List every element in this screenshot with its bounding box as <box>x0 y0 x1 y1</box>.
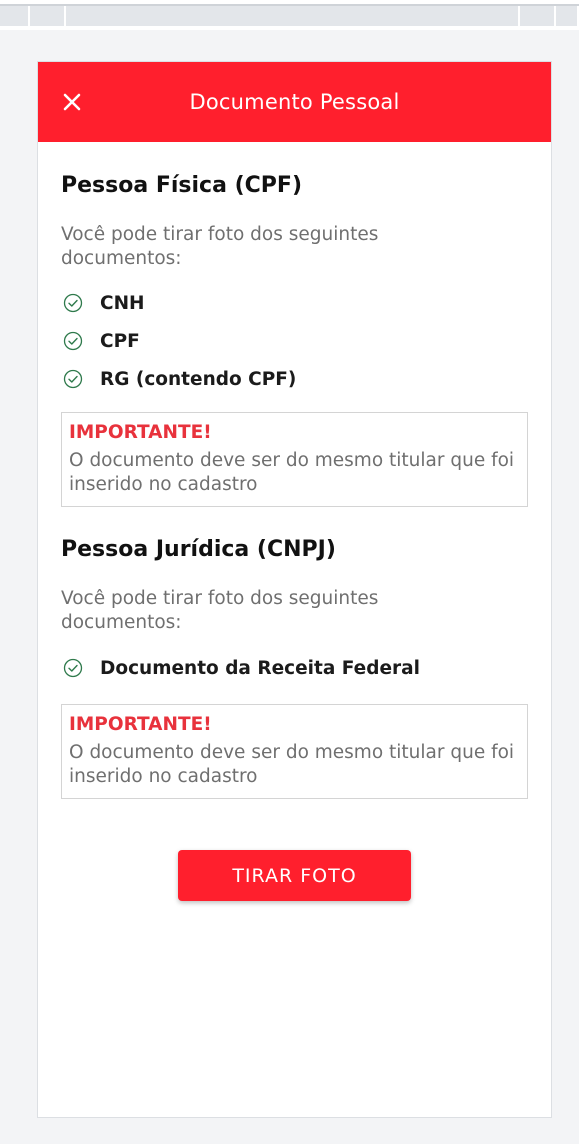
list-item: CNH <box>63 284 296 322</box>
modal-header: Documento Pessoal <box>38 62 551 142</box>
section-description-cpf: Você pode tirar foto dos seguintes docum… <box>61 224 379 269</box>
take-photo-button[interactable]: TIRAR FOTO <box>178 850 411 901</box>
check-circle-icon <box>63 331 83 351</box>
important-notice-cnpj: IMPORTANTE! O documento deve ser do mesm… <box>61 704 528 799</box>
check-circle-icon <box>63 293 83 313</box>
list-item: RG (contendo CPF) <box>63 360 296 398</box>
close-button[interactable] <box>60 90 84 114</box>
toolbar-cell <box>30 6 66 26</box>
section-title-cnpj: Pessoa Jurídica (CNPJ) <box>61 537 336 562</box>
list-item: CPF <box>63 322 296 360</box>
check-circle-icon <box>63 658 83 678</box>
toolbar-cell <box>0 6 30 26</box>
browser-top-strip <box>0 0 579 30</box>
document-list-cnpj: Documento da Receita Federal <box>63 649 420 687</box>
section-description-cnpj: Você pode tirar foto dos seguintes docum… <box>61 588 379 633</box>
toolbar-cell <box>520 6 556 26</box>
document-list-cpf: CNH CPF RG (contendo CPF) <box>63 284 296 398</box>
toolbar-cell <box>66 6 520 26</box>
document-label: Documento da Receita Federal <box>100 657 420 679</box>
important-notice-cpf: IMPORTANTE! O documento deve ser do mesm… <box>61 412 528 507</box>
important-text: O documento deve ser do mesmo titular qu… <box>69 450 515 495</box>
important-title: IMPORTANTE! <box>69 714 212 735</box>
important-text: O documento deve ser do mesmo titular qu… <box>69 742 515 787</box>
close-icon <box>63 93 81 111</box>
document-modal: Documento Pessoal Pessoa Física (CPF) Vo… <box>37 61 552 1118</box>
modal-title: Documento Pessoal <box>189 90 400 114</box>
check-circle-icon <box>63 369 83 389</box>
document-label: CPF <box>100 330 140 352</box>
toolbar-cell <box>556 6 579 26</box>
list-item: Documento da Receita Federal <box>63 649 420 687</box>
document-label: RG (contendo CPF) <box>100 368 297 390</box>
section-title-cpf: Pessoa Física (CPF) <box>61 173 303 198</box>
top-toolbar-cells <box>0 6 579 26</box>
important-title: IMPORTANTE! <box>69 422 212 443</box>
document-label: CNH <box>100 292 145 314</box>
